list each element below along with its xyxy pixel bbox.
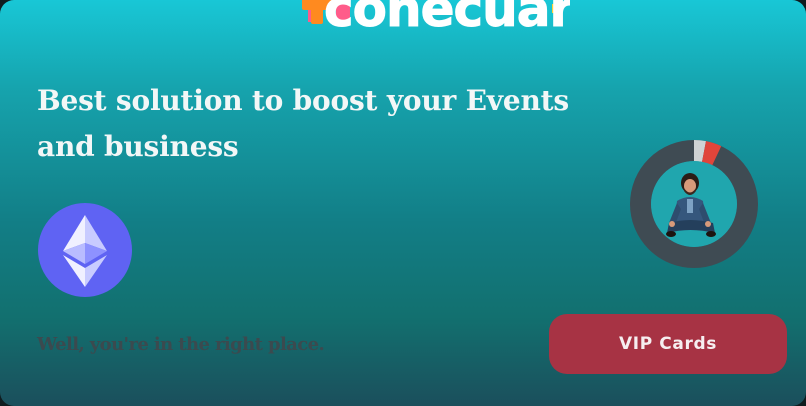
logo-text: conecuar xyxy=(324,0,570,38)
ethereum-icon xyxy=(63,215,107,287)
vip-cards-button[interactable]: VIP Cards xyxy=(549,314,787,374)
person-avatar xyxy=(651,161,737,247)
conecuar-logo: conecuar xyxy=(302,0,570,39)
person-illustration xyxy=(651,161,737,247)
ethereum-badge xyxy=(38,203,132,297)
promo-card: conecuar Best solution to boost your Eve… xyxy=(0,0,806,406)
headline: Best solution to boost your Events and b… xyxy=(37,84,569,163)
tagline: Well, you're in the right place. xyxy=(37,334,325,355)
